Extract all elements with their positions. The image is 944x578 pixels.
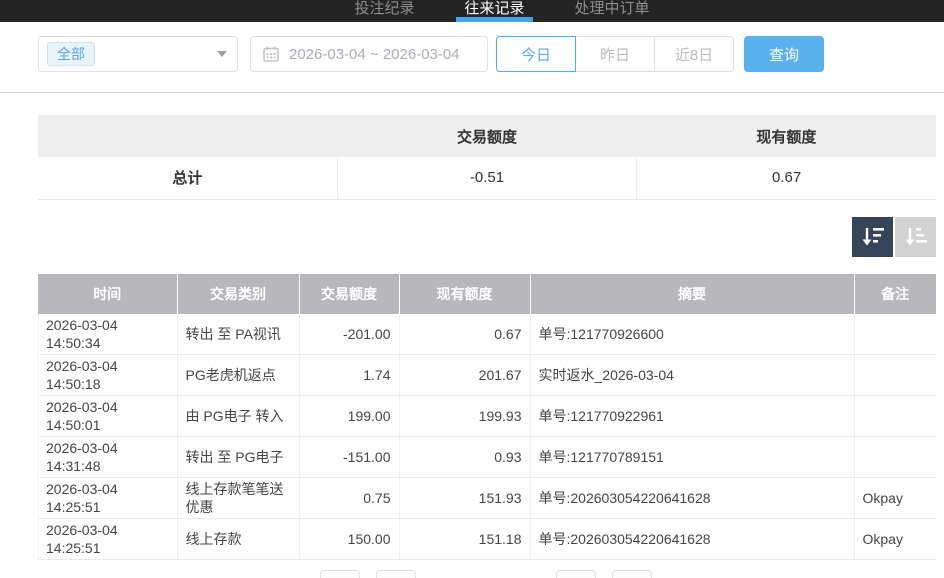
sort-ascending-icon bbox=[904, 226, 928, 248]
cell-balance: 0.93 bbox=[399, 436, 530, 477]
cell-time: 2026-03-04 14:50:18 bbox=[38, 354, 177, 395]
cell-trade-amount: 1.74 bbox=[299, 354, 399, 395]
cell-time: 2026-03-04 14:31:48 bbox=[38, 436, 177, 477]
last-8-days-button[interactable]: 近8日 bbox=[654, 36, 734, 72]
cell-type: PG老虎机返点 bbox=[177, 354, 299, 395]
col-header-summary: 摘要 bbox=[530, 274, 854, 314]
selected-type-tag[interactable]: 全部 bbox=[47, 42, 95, 66]
transactions-table: 时间 交易类别 交易额度 现有额度 摘要 备注 2026-03-04 14:50… bbox=[38, 274, 936, 560]
summary-empty-header bbox=[38, 115, 337, 157]
date-range-picker[interactable]: 2026-03-04 ~ 2026-03-04 bbox=[250, 36, 488, 72]
active-tab-underline bbox=[456, 17, 532, 22]
cell-note bbox=[854, 314, 936, 355]
cell-type: 转出 至 PA视讯 bbox=[177, 314, 299, 355]
cell-balance: 201.67 bbox=[399, 354, 530, 395]
cell-summary: 单号:202603054220641628 bbox=[530, 477, 854, 518]
summary-total-row: 总计 -0.51 0.67 bbox=[38, 157, 936, 199]
pagination-button[interactable] bbox=[320, 570, 360, 578]
table-row: 2026-03-04 14:50:01 由 PG电子 转入 199.00 199… bbox=[38, 395, 936, 436]
type-select[interactable]: 全部 bbox=[38, 36, 238, 72]
summary-trade-header: 交易额度 bbox=[337, 115, 636, 157]
summary-balance-header: 现有额度 bbox=[637, 115, 936, 157]
tab-label: 处理中订单 bbox=[575, 0, 650, 17]
cell-type: 线上存款 bbox=[177, 518, 299, 559]
cell-trade-amount: 150.00 bbox=[299, 518, 399, 559]
table-row: 2026-03-04 14:50:18 PG老虎机返点 1.74 201.67 … bbox=[38, 354, 936, 395]
cell-summary: 单号:121770926600 bbox=[530, 314, 854, 355]
summary-table: 交易额度 现有额度 总计 -0.51 0.67 bbox=[38, 115, 936, 200]
cell-type: 线上存款笔笔送优惠 bbox=[177, 477, 299, 518]
chevron-down-icon bbox=[217, 51, 227, 57]
search-button[interactable]: 查询 bbox=[744, 36, 824, 72]
today-button[interactable]: 今日 bbox=[496, 36, 576, 72]
top-tab-bar: 投注纪录 往来记录 处理中订单 bbox=[0, 0, 944, 22]
cell-type: 由 PG电子 转入 bbox=[177, 395, 299, 436]
summary-header-row: 交易额度 现有额度 bbox=[38, 115, 936, 157]
sort-descending-button[interactable] bbox=[852, 217, 893, 257]
cell-type: 转出 至 PG电子 bbox=[177, 436, 299, 477]
table-row: 2026-03-04 14:50:34 转出 至 PA视讯 -201.00 0.… bbox=[38, 314, 936, 355]
cell-time: 2026-03-04 14:25:51 bbox=[38, 518, 177, 559]
cell-balance: 151.18 bbox=[399, 518, 530, 559]
cell-trade-amount: 0.75 bbox=[299, 477, 399, 518]
sort-controls bbox=[38, 217, 936, 257]
tab-bet-records[interactable]: 投注纪录 bbox=[350, 0, 418, 22]
table-row: 2026-03-04 14:25:51 线上存款笔笔送优惠 0.75 151.9… bbox=[38, 477, 936, 518]
date-range-value: 2026-03-04 ~ 2026-03-04 bbox=[289, 46, 460, 63]
col-header-time: 时间 bbox=[38, 274, 177, 314]
pagination-button[interactable] bbox=[612, 570, 652, 578]
cell-balance: 199.93 bbox=[399, 395, 530, 436]
cell-note: Okpay bbox=[854, 477, 936, 518]
transaction-records-page: 投注纪录 往来记录 处理中订单 全部 2026-03-04 ~ 2026-03-… bbox=[0, 0, 944, 578]
table-row: 2026-03-04 14:25:51 线上存款 150.00 151.18 单… bbox=[38, 518, 936, 559]
sort-ascending-button[interactable] bbox=[895, 217, 936, 257]
col-header-note: 备注 bbox=[854, 274, 936, 314]
cell-summary: 单号:121770789151 bbox=[530, 436, 854, 477]
yesterday-button[interactable]: 昨日 bbox=[575, 36, 655, 72]
cell-time: 2026-03-04 14:25:51 bbox=[38, 477, 177, 518]
filter-bar: 全部 2026-03-04 ~ 2026-03-04 今日 昨日 近8日 查询 bbox=[38, 36, 944, 72]
sort-descending-icon bbox=[861, 226, 885, 248]
summary-total-label: 总计 bbox=[38, 157, 337, 199]
tab-processing-orders[interactable]: 处理中订单 bbox=[571, 0, 654, 22]
summary-trade-total: -0.51 bbox=[337, 157, 636, 199]
col-header-balance: 现有额度 bbox=[399, 274, 530, 314]
cell-time: 2026-03-04 14:50:34 bbox=[38, 314, 177, 355]
summary-balance-total: 0.67 bbox=[637, 157, 936, 199]
tab-label: 往来记录 bbox=[464, 0, 524, 17]
cell-trade-amount: -201.00 bbox=[299, 314, 399, 355]
col-header-type: 交易类别 bbox=[177, 274, 299, 314]
cell-note bbox=[854, 354, 936, 395]
tab-transaction-records[interactable]: 往来记录 bbox=[460, 0, 528, 22]
cell-summary: 单号:121770922961 bbox=[530, 395, 854, 436]
cell-summary: 单号:202603054220641628 bbox=[530, 518, 854, 559]
pagination-button[interactable] bbox=[556, 570, 596, 578]
cell-note: Okpay bbox=[854, 518, 936, 559]
cell-time: 2026-03-04 14:50:01 bbox=[38, 395, 177, 436]
cell-balance: 0.67 bbox=[399, 314, 530, 355]
pagination-button[interactable] bbox=[376, 570, 416, 578]
quick-date-button-group: 今日 昨日 近8日 bbox=[496, 36, 734, 72]
tab-label: 投注纪录 bbox=[354, 0, 414, 17]
section-divider bbox=[0, 92, 944, 93]
cell-trade-amount: 199.00 bbox=[299, 395, 399, 436]
cell-note bbox=[854, 436, 936, 477]
cell-balance: 151.93 bbox=[399, 477, 530, 518]
cell-trade-amount: -151.00 bbox=[299, 436, 399, 477]
col-header-trade-amount: 交易额度 bbox=[299, 274, 399, 314]
table-row: 2026-03-04 14:31:48 转出 至 PG电子 -151.00 0.… bbox=[38, 436, 936, 477]
cell-summary: 实时返水_2026-03-04 bbox=[530, 354, 854, 395]
table-header-row: 时间 交易类别 交易额度 现有额度 摘要 备注 bbox=[38, 274, 936, 314]
calendar-icon bbox=[263, 46, 279, 62]
cell-note bbox=[854, 395, 936, 436]
